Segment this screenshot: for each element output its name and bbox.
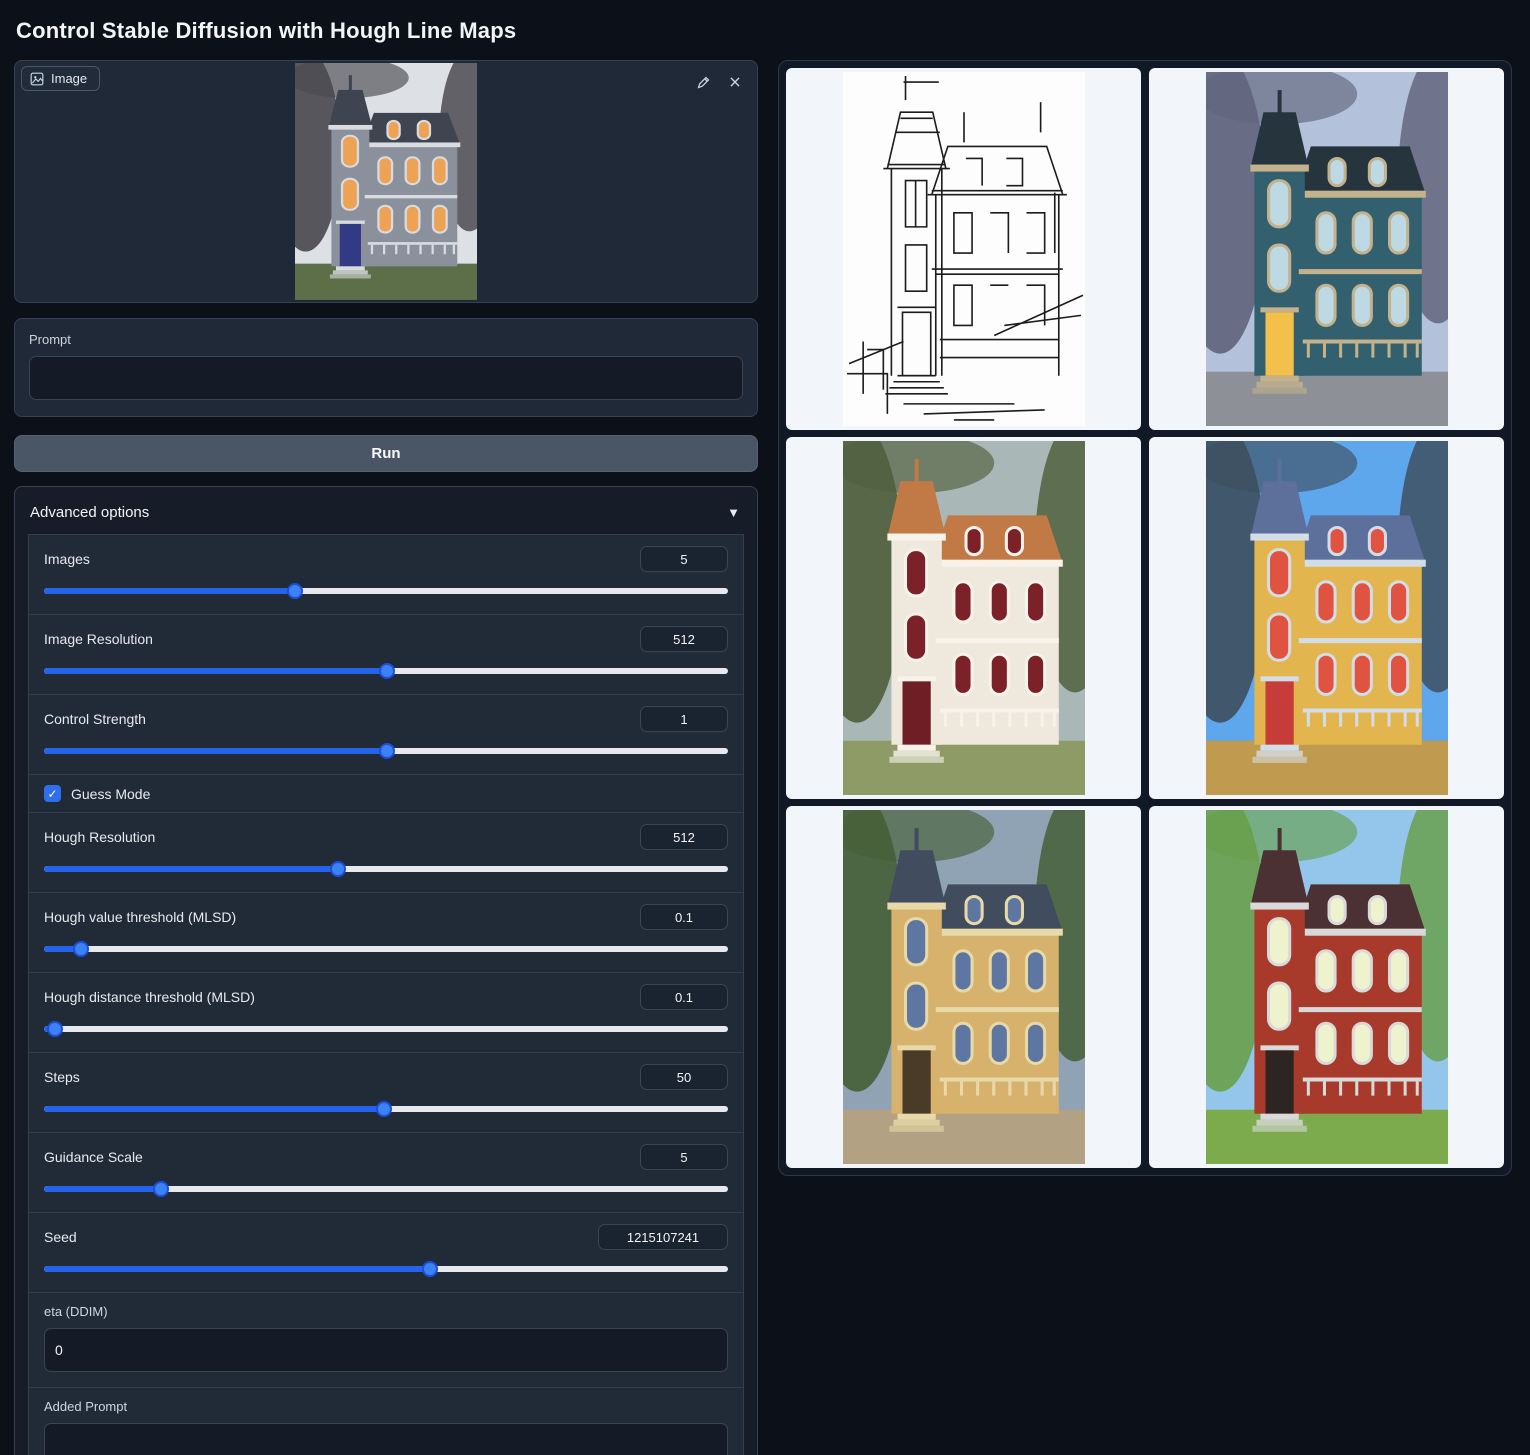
added-prompt-input[interactable] [44, 1423, 728, 1455]
prompt-label: Prompt [29, 332, 743, 347]
guess-mode-row: ✓ Guess Mode [28, 774, 744, 813]
slider-value-input[interactable]: 0.1 [640, 904, 728, 930]
slider-value-input[interactable]: 5 [640, 1144, 728, 1170]
slider-thumb[interactable] [330, 861, 346, 877]
slider-label: Hough value threshold (MLSD) [44, 909, 236, 925]
gallery-item-generated-2[interactable] [786, 437, 1141, 799]
advanced-options-header[interactable]: Advanced options ▼ [28, 499, 744, 535]
chevron-down-icon: ▼ [727, 505, 740, 520]
slider-thumb[interactable] [73, 941, 89, 957]
guidance-scale-slider[interactable] [44, 1181, 728, 1197]
gallery-item-generated-5[interactable] [1149, 806, 1504, 1168]
image-input-label: Image [51, 71, 87, 86]
slider-label: Hough distance threshold (MLSD) [44, 989, 255, 1005]
uploaded-house-photo [295, 63, 477, 300]
image-icon [30, 72, 44, 86]
guess-mode-checkbox[interactable]: ✓ [44, 785, 61, 802]
slider-thumb[interactable] [376, 1101, 392, 1117]
slider-label: Image Resolution [44, 631, 153, 647]
slider-value-input[interactable]: 0.1 [640, 984, 728, 1010]
slider-thumb[interactable] [379, 663, 395, 679]
slider-value-input[interactable]: 512 [640, 626, 728, 652]
control-strength-slider[interactable] [44, 743, 728, 759]
clear-image-button[interactable] [723, 70, 747, 94]
slider-block-hough-distance-threshold: Hough distance threshold (MLSD) 0.1 [28, 972, 744, 1053]
slider-thumb[interactable] [153, 1181, 169, 1197]
hough-distance-threshold-slider[interactable] [44, 1021, 728, 1037]
hough-resolution-slider[interactable] [44, 861, 728, 877]
slider-block-seed: Seed 1215107241 [28, 1212, 744, 1293]
slider-block-hough-value-threshold: Hough value threshold (MLSD) 0.1 [28, 892, 744, 973]
added-prompt-block: Added Prompt [28, 1387, 744, 1455]
slider-block-steps: Steps 50 [28, 1052, 744, 1133]
prompt-input[interactable] [29, 356, 743, 400]
app-root: Control Stable Diffusion with Hough Line… [0, 0, 1530, 1455]
slider-block-image-resolution: Image Resolution 512 [28, 614, 744, 695]
image-input-label-chip: Image [21, 66, 100, 91]
added-prompt-label: Added Prompt [44, 1399, 728, 1414]
seed-slider[interactable] [44, 1261, 728, 1277]
eta-ddim-label: eta (DDIM) [44, 1304, 728, 1319]
slider-thumb[interactable] [422, 1261, 438, 1277]
slider-value-input[interactable]: 50 [640, 1064, 728, 1090]
controls-column: Image [14, 60, 758, 1455]
slider-value-input[interactable]: 1 [640, 706, 728, 732]
slider-label: Guidance Scale [44, 1149, 143, 1165]
slider-value-input[interactable]: 1215107241 [598, 1224, 728, 1250]
steps-slider[interactable] [44, 1101, 728, 1117]
page-title: Control Stable Diffusion with Hough Line… [16, 18, 1512, 44]
gallery-item-hough-line-map[interactable] [786, 68, 1141, 430]
hough-value-threshold-slider[interactable] [44, 941, 728, 957]
advanced-options-accordion: Advanced options ▼ Images 5 [14, 486, 758, 1455]
image-input-panel[interactable]: Image [14, 60, 758, 303]
slider-block-hough-resolution: Hough Resolution 512 [28, 812, 744, 893]
guess-mode-label: Guess Mode [71, 786, 150, 802]
images-slider[interactable] [44, 583, 728, 599]
advanced-options-title: Advanced options [30, 504, 149, 521]
image-resolution-slider[interactable] [44, 663, 728, 679]
slider-thumb[interactable] [379, 743, 395, 759]
slider-label: Images [44, 551, 90, 567]
slider-block-guidance-scale: Guidance Scale 5 [28, 1132, 744, 1213]
slider-thumb[interactable] [47, 1021, 63, 1037]
gallery-item-generated-1[interactable] [1149, 68, 1504, 430]
result-gallery [778, 60, 1512, 1176]
prompt-panel: Prompt [14, 318, 758, 417]
eta-ddim-block: eta (DDIM) [28, 1292, 744, 1388]
pencil-icon [696, 75, 711, 90]
close-icon [728, 75, 742, 89]
slider-label: Seed [44, 1229, 77, 1245]
slider-value-input[interactable]: 5 [640, 546, 728, 572]
slider-thumb[interactable] [287, 583, 303, 599]
check-icon: ✓ [47, 787, 57, 801]
edit-image-button[interactable] [691, 70, 715, 94]
eta-ddim-input[interactable] [44, 1328, 728, 1372]
slider-block-images: Images 5 [28, 534, 744, 615]
slider-label: Steps [44, 1069, 80, 1085]
slider-value-input[interactable]: 512 [640, 824, 728, 850]
slider-label: Control Strength [44, 711, 146, 727]
gallery-item-generated-3[interactable] [1149, 437, 1504, 799]
gallery-item-generated-4[interactable] [786, 806, 1141, 1168]
slider-block-control-strength: Control Strength 1 [28, 694, 744, 775]
slider-label: Hough Resolution [44, 829, 155, 845]
output-column [778, 60, 1512, 1176]
run-button[interactable]: Run [14, 435, 758, 472]
